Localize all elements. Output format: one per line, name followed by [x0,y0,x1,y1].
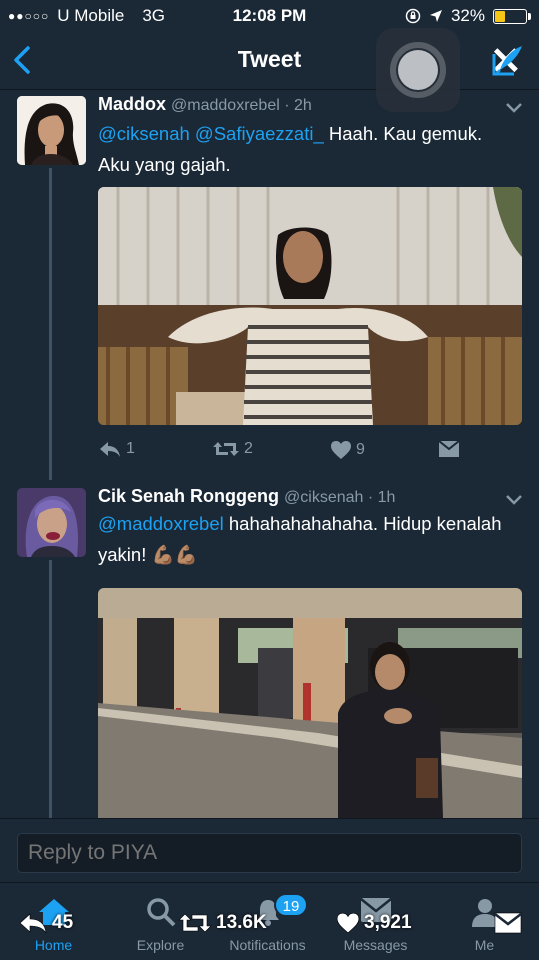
notification-badge: 19 [274,893,308,917]
chevron-down-icon[interactable] [505,102,523,114]
tweet-maddox[interactable]: Maddox @maddoxrebel · 2h @ciksenah @Safi… [0,90,539,470]
overlay-retweet-count: 13.6K [216,912,267,933]
tab-label: Explore [136,937,185,953]
reply-count: 1 [126,440,135,457]
tweet-time: 1h [377,489,396,506]
tweet-ciksenah[interactable]: Cik Senah Ronggeng @ciksenah · 1h @maddo… [0,482,539,818]
heart-icon [336,912,360,934]
tab-bar: Home Explore 19 Notifications Messages M… [0,882,539,960]
overlay-likes[interactable]: 3,921 [336,912,412,934]
tweet-header: Cik Senah Ronggeng @ciksenah · 1h [98,486,395,507]
tab-label: Me [474,937,495,953]
overlay-replies[interactable]: 45 [18,912,73,934]
tweet-text: @ciksenah @Safiyaezzati_ Haah. Kau gemuk… [98,118,518,180]
nav-bar: Tweet ✕ [0,28,539,112]
reply-bar [0,818,539,880]
direct-message-button[interactable] [438,440,460,458]
search-icon [146,898,175,927]
assistive-core [398,50,438,90]
tweet-header: Maddox @maddoxrebel · 2h [98,94,312,115]
battery-icon [493,8,531,24]
mention-links[interactable]: @maddoxrebel [98,513,224,534]
chevron-down-icon[interactable] [505,494,523,506]
tweet-time: 2h [294,97,312,114]
like-count: 9 [356,441,365,458]
tab-label: Home [34,937,73,953]
status-right: 32% [405,6,531,26]
overlay-retweets[interactable]: 13.6K [178,912,267,934]
retweet-icon [213,442,239,456]
tweet-photo[interactable] [98,187,522,425]
overlay-dm[interactable] [494,912,522,934]
reply-icon [19,913,47,934]
tab-label: Notifications [229,937,306,953]
separator-dot: · [363,489,378,506]
tweet-actions: 1 2 9 [98,440,522,470]
battery-level [495,10,506,22]
overlay-like-count: 3,921 [364,912,412,933]
retweet-button[interactable]: 2 [212,440,253,458]
reply-icon [100,442,120,457]
reply-button[interactable]: 1 [98,440,135,458]
separator-dot: · [279,97,294,114]
avatar[interactable] [17,488,86,557]
location-arrow-icon [429,10,442,22]
mention-links[interactable]: @ciksenah @Safiyaezzati_ [98,123,324,144]
battery-percent: 32% [450,6,485,25]
avatar[interactable] [17,96,86,165]
reply-input[interactable] [17,833,522,873]
author-handle[interactable]: @ciksenah [284,489,363,506]
like-button[interactable]: 9 [330,440,365,460]
mail-icon [438,440,460,457]
retweet-count: 2 [244,440,253,457]
author-handle[interactable]: @maddoxrebel [171,97,280,114]
rotation-lock-icon [405,8,421,24]
status-bar: ●●○○○ U Mobile 3G 12:08 PM 32% [0,0,539,32]
compose-tweet-icon[interactable] [491,42,525,78]
mail-icon [494,912,522,934]
author-name[interactable]: Maddox [98,94,166,114]
overlay-reply-count: 45 [52,912,74,933]
tweet-text: @maddoxrebel hahahahahahaha. Hidup kenal… [98,508,508,570]
heart-icon [331,441,351,459]
author-name[interactable]: Cik Senah Ronggeng [98,486,279,506]
tab-label: Messages [343,937,408,953]
retweet-icon [178,913,212,933]
tweet-photo[interactable] [98,588,522,818]
